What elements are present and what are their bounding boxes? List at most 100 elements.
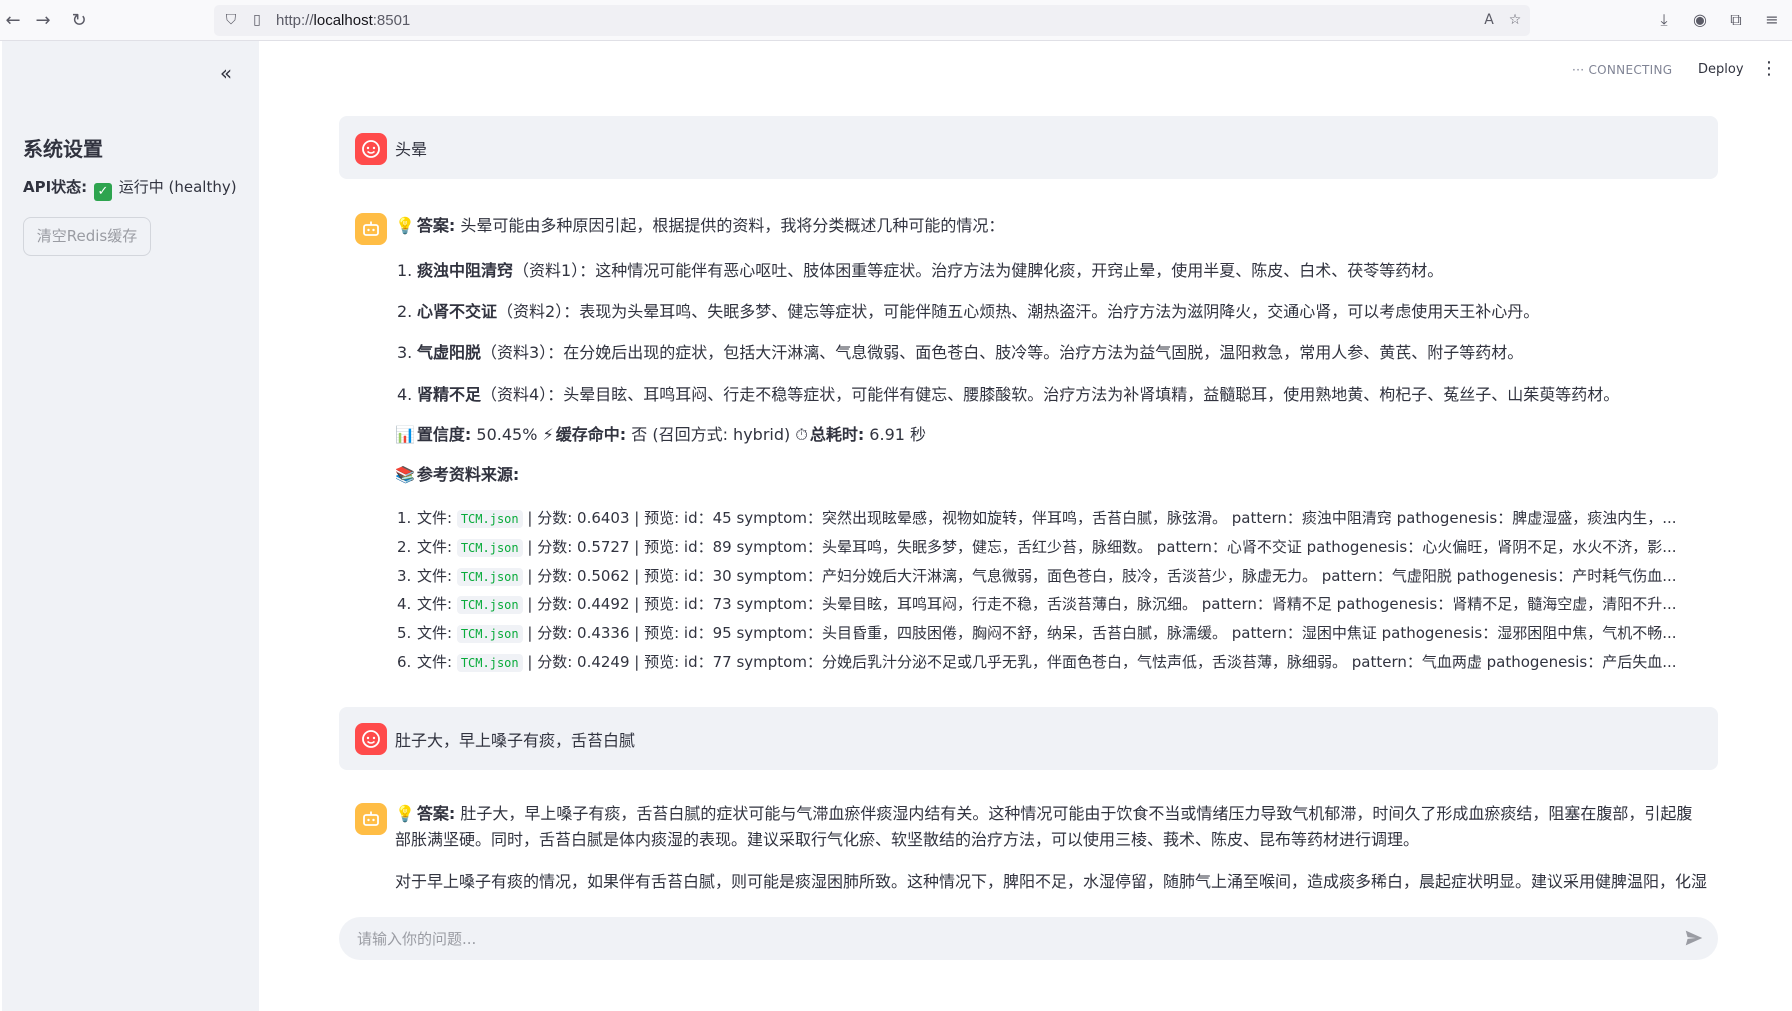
translate-icon[interactable]: A xyxy=(1480,11,1498,29)
api-status-value: 运行中 (healthy) xyxy=(118,178,237,196)
list-item-title: 气虚阳脱 xyxy=(417,343,482,362)
list-item-text: （资料2）：表现为头晕耳鸣、失眠多梦、健忘等症状，可能伴随五心烦热、潮热盗汗。治… xyxy=(497,302,1540,321)
cache-hit-label: 缓存命中: xyxy=(555,425,627,444)
list-item: 2. 心肾不交证（资料2）：表现为头晕耳鸣、失眠多梦、健忘等症状，可能伴随五心烦热… xyxy=(397,298,1539,322)
user-message-text: 头晕 xyxy=(395,140,428,159)
assistant-avatar-icon xyxy=(355,803,387,835)
list-item-title: 肾精不足 xyxy=(417,385,482,404)
confidence-value: 50.45% xyxy=(471,425,543,444)
source-file-label: 文件: xyxy=(417,538,457,556)
source-preview: | 分数: 0.5727 | 预览: id：89 symptom：头晕耳鸣，失眠… xyxy=(522,538,1677,556)
source-item: 5. 文件: TCM.json | 分数: 0.4336 | 预览: id：95 … xyxy=(397,622,1697,643)
browser-toolbar: ← → ↻ ⛉ ▯ http://localhost:8501 A ☆ ⤓ ◉ … xyxy=(0,0,1792,41)
sources-heading: 📚 参考资料来源: xyxy=(395,462,519,488)
source-number: 1. xyxy=(397,509,412,527)
api-status-label: API状态: xyxy=(23,178,88,196)
lightbulb-icon: 💡 xyxy=(395,216,415,235)
assistant-avatar-icon xyxy=(355,213,387,245)
source-number: 4. xyxy=(397,595,412,613)
sources-label: 参考资料来源: xyxy=(416,465,520,484)
sidebar-title: 系统设置 xyxy=(23,137,103,161)
sidebar: « 系统设置 API状态: ✓ 运行中 (healthy) 清空Redis缓存 xyxy=(2,41,259,1011)
chat-input-container xyxy=(339,917,1718,960)
source-file: TCM.json xyxy=(456,625,523,643)
list-item-number: 3. xyxy=(397,343,413,362)
source-preview: | 分数: 0.4249 | 预览: id：77 symptom：分娩后乳汁分泌… xyxy=(522,653,1677,671)
list-item-title: 痰浊中阻清窍 xyxy=(417,261,514,280)
page-icon: ▯ xyxy=(253,12,261,28)
source-item: 3. 文件: TCM.json | 分数: 0.5062 | 预览: id：30 … xyxy=(397,565,1697,586)
url-scheme: http:// xyxy=(276,12,314,29)
source-number: 5. xyxy=(397,624,412,642)
answer-text: 头晕可能由多种原因引起，根据提供的资料，我将分类概述几种可能的情况： xyxy=(455,216,1005,235)
status-text: CONNECTING xyxy=(1588,63,1673,77)
chat-input[interactable] xyxy=(357,917,1657,960)
address-bar[interactable]: ⛉ ▯ http://localhost:8501 A ☆ xyxy=(214,5,1530,36)
list-item-text: （资料1）：这种情况可能伴有恶心呕吐、肢体困重等症状。治疗方法为健脾化痰，开窍止… xyxy=(513,261,1444,280)
source-file-label: 文件: xyxy=(417,653,457,671)
list-item-number: 4. xyxy=(397,385,413,404)
list-item-title: 心肾不交证 xyxy=(417,302,498,321)
books-icon: 📚 xyxy=(395,465,415,484)
collapse-sidebar-icon[interactable]: « xyxy=(213,61,239,87)
answer-paragraph: 对于早上嗓子有痰的情况，如果伴有舌苔白腻，则可能是痰湿困肺所致。这种情况下，脾阳… xyxy=(395,872,1707,891)
clear-redis-cache-button[interactable]: 清空Redis缓存 xyxy=(23,217,151,256)
download-icon[interactable]: ⤓ xyxy=(1653,9,1675,31)
answer-text: 肚子大，早上嗓子有痰，舌苔白腻的症状可能与气滞血瘀伴痰湿内结有关。这种情况可能由… xyxy=(395,804,1693,849)
list-item: 1. 痰浊中阻清窍（资料1）：这种情况可能伴有恶心呕吐、肢体困重等症状。治疗方法为… xyxy=(397,257,1443,281)
api-status: API状态: ✓ 运行中 (healthy) xyxy=(23,176,237,201)
source-item: 4. 文件: TCM.json | 分数: 0.4492 | 预览: id：73 … xyxy=(397,593,1697,614)
check-mark-icon: ✓ xyxy=(93,183,112,201)
source-file-label: 文件: xyxy=(417,624,457,642)
reload-icon[interactable]: ↻ xyxy=(66,8,92,34)
stopwatch-icon: ⏱ xyxy=(795,425,808,444)
user-message: 肚子大，早上嗓子有痰，舌苔白腻 xyxy=(339,707,1718,770)
lightning-icon: ⚡ xyxy=(542,425,554,444)
answer-label: 答案: xyxy=(416,216,456,235)
source-preview: | 分数: 0.5062 | 预览: id：30 symptom：产妇分娩后大汗… xyxy=(522,567,1677,585)
url-text[interactable]: http://localhost:8501 xyxy=(276,12,410,29)
main-menu-icon[interactable]: ⋮ xyxy=(1760,58,1778,79)
total-time-label: 总耗时: xyxy=(809,425,865,444)
bookmark-star-icon[interactable]: ☆ xyxy=(1506,11,1524,29)
status-dots-icon: ··· xyxy=(1572,63,1589,77)
source-number: 6. xyxy=(397,653,412,671)
source-file: TCM.json xyxy=(456,596,523,614)
account-icon[interactable]: ◉ xyxy=(1689,9,1711,31)
send-icon[interactable] xyxy=(1683,927,1707,951)
confidence-label: 置信度: xyxy=(416,425,472,444)
extensions-icon[interactable]: ⧉ xyxy=(1725,9,1747,31)
source-file: TCM.json xyxy=(456,568,523,586)
source-file-label: 文件: xyxy=(417,509,457,527)
answer-intro: 💡 答案: 头晕可能由多种原因引起，根据提供的资料，我将分类概述几种可能的情况： xyxy=(395,213,1004,239)
source-file: TCM.json xyxy=(456,510,523,528)
menu-icon[interactable]: ≡ xyxy=(1761,9,1783,31)
shield-icon[interactable]: ⛉ xyxy=(222,11,240,29)
source-file-label: 文件: xyxy=(417,595,457,613)
answer-meta: 📊 置信度: 50.45% ⚡ 缓存命中: 否 (召回方式: hybrid) ⏱ 总耗… xyxy=(395,422,926,448)
user-avatar-icon xyxy=(355,133,387,165)
source-file: TCM.json xyxy=(456,539,523,557)
source-preview: | 分数: 0.4336 | 预览: id：95 symptom：头目昏重，四肢… xyxy=(522,624,1677,642)
forward-icon[interactable]: → xyxy=(30,8,56,34)
user-avatar-icon xyxy=(355,723,387,755)
url-port: :8501 xyxy=(372,12,411,29)
source-item: 2. 文件: TCM.json | 分数: 0.5727 | 预览: id：89 … xyxy=(397,536,1697,557)
deploy-button[interactable]: Deploy xyxy=(1698,62,1744,77)
list-item: 3. 气虚阳脱（资料3）：在分娩后出现的症状，包括大汗淋漓、气息微弱、面色苍白、肢… xyxy=(397,339,1523,363)
cache-hit-value: 否 (召回方式: hybrid) xyxy=(626,425,796,444)
list-item-number: 1. xyxy=(397,261,413,280)
back-icon[interactable]: ← xyxy=(0,8,26,34)
total-time-value: 6.91 秒 xyxy=(864,425,927,444)
connection-status: ··· CONNECTING xyxy=(1572,63,1672,77)
list-item-number: 2. xyxy=(397,302,413,321)
source-preview: | 分数: 0.4492 | 预览: id：73 symptom：头晕目眩，耳鸣… xyxy=(522,595,1677,613)
user-message-text: 肚子大，早上嗓子有痰，舌苔白腻 xyxy=(395,731,636,750)
bar-chart-icon: 📊 xyxy=(395,425,415,444)
source-number: 2. xyxy=(397,538,412,556)
answer-intro: 💡 答案: 肚子大，早上嗓子有痰，舌苔白腻的症状可能与气滞血瘀伴痰湿内结有关。这种… xyxy=(395,801,1707,853)
source-preview: | 分数: 0.6403 | 预览: id：45 symptom：突然出现眩晕感… xyxy=(522,509,1677,527)
source-file-label: 文件: xyxy=(417,567,457,585)
source-item: 6. 文件: TCM.json | 分数: 0.4249 | 预览: id：77 … xyxy=(397,651,1697,672)
list-item: 4. 肾精不足（资料4）：头晕目眩、耳鸣耳闷、行走不稳等症状，可能伴有健忘、腰膝酸… xyxy=(397,381,1619,405)
